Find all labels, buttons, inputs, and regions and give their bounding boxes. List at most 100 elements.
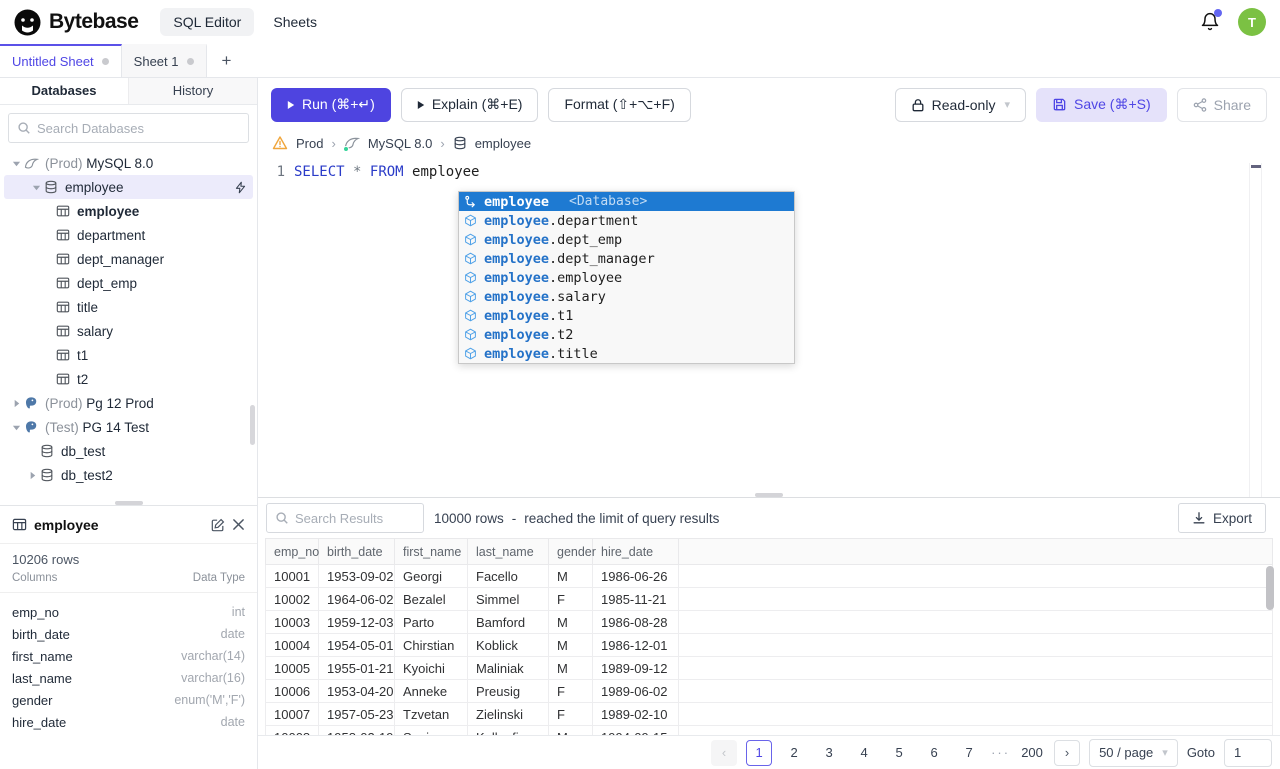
table-cell[interactable]: F — [548, 587, 593, 611]
page-6[interactable]: 6 — [921, 740, 947, 766]
table-cell[interactable]: Bamford — [467, 610, 549, 634]
page-ellipsis[interactable]: ··· — [991, 745, 1010, 760]
page-5[interactable]: 5 — [886, 740, 912, 766]
tree-item-dept-manager[interactable]: dept_manager — [0, 247, 257, 271]
format-button[interactable]: Format (⇧+⌥+F) — [548, 87, 691, 122]
table-cell[interactable]: 10006 — [265, 679, 319, 703]
page-200[interactable]: 200 — [1019, 740, 1045, 766]
table-cell[interactable]: 1955-01-21 — [318, 656, 395, 680]
table-cell[interactable]: 1953-04-20 — [318, 679, 395, 703]
table-cell[interactable]: M — [548, 656, 593, 680]
table-cell[interactable]: M — [548, 610, 593, 634]
table-cell[interactable]: 10004 — [265, 633, 319, 657]
goto-page-input[interactable] — [1224, 738, 1272, 767]
table-cell[interactable]: 1989-06-02 — [592, 679, 679, 703]
table-cell[interactable]: F — [548, 679, 593, 703]
page-2[interactable]: 2 — [781, 740, 807, 766]
tab-sheet-1[interactable]: Sheet 1 — [121, 44, 207, 77]
readonly-mode-button[interactable]: Read-only ▾ — [894, 87, 1026, 122]
caret-down-icon[interactable] — [28, 183, 44, 192]
caret-down-icon[interactable] — [8, 159, 24, 168]
sql-editor[interactable]: 1 SELECT * FROM employee employee <Databa… — [258, 163, 1280, 505]
breadcrumb-environment[interactable]: Prod — [296, 136, 323, 151]
tab-history[interactable]: History — [128, 78, 257, 104]
table-cell[interactable]: 1953-09-02 — [318, 564, 395, 588]
sidebar-resize-handle[interactable] — [250, 405, 255, 445]
breadcrumb-database[interactable]: employee — [475, 136, 531, 151]
save-button[interactable]: Save (⌘+S) — [1036, 87, 1167, 122]
table-cell[interactable]: 10001 — [265, 564, 319, 588]
run-button[interactable]: Run (⌘+↵) — [271, 87, 391, 122]
page-3[interactable]: 3 — [816, 740, 842, 766]
tree-item-t1[interactable]: t1 — [0, 343, 257, 367]
export-button[interactable]: Export — [1177, 503, 1266, 533]
table-cell[interactable]: Zielinski — [467, 702, 549, 726]
suggest-item-employee-salary[interactable]: employee .salary — [459, 287, 794, 306]
tree-item-salary[interactable]: salary — [0, 319, 257, 343]
table-cell[interactable]: Preusig — [467, 679, 549, 703]
table-cell[interactable]: 1954-05-01 — [318, 633, 395, 657]
suggest-item-employee-department[interactable]: employee .department — [459, 211, 794, 230]
suggest-item-employee-dept-emp[interactable]: employee .dept_emp — [459, 230, 794, 249]
table-cell[interactable]: 1985-11-21 — [592, 587, 679, 611]
suggest-item-employee-dept-manager[interactable]: employee .dept_manager — [459, 249, 794, 268]
avatar[interactable]: T — [1238, 8, 1266, 36]
tree-item-pg-12-prod[interactable]: (Prod) Pg 12 Prod — [0, 391, 257, 415]
bytebase-logo[interactable]: Bytebase — [14, 9, 139, 36]
search-databases-input[interactable] — [37, 120, 240, 136]
tree-item-employee[interactable]: employee — [4, 175, 253, 199]
tree-item-title[interactable]: title — [0, 295, 257, 319]
table-cell[interactable]: 10005 — [265, 656, 319, 680]
results-resize-handle[interactable] — [755, 493, 783, 497]
table-cell[interactable]: Facello — [467, 564, 549, 588]
suggest-item-employee-t2[interactable]: employee .t2 — [459, 325, 794, 344]
edit-table-icon[interactable] — [211, 518, 225, 532]
table-cell[interactable]: Georgi — [394, 564, 468, 588]
table-cell[interactable]: F — [548, 702, 593, 726]
tree-item-db-test2[interactable]: db_test2 — [0, 463, 257, 487]
caret-right-icon[interactable] — [8, 399, 24, 408]
notification-bell-icon[interactable] — [1200, 9, 1222, 32]
table-cell[interactable]: Maliniak — [467, 656, 549, 680]
suggest-item-employee[interactable]: employee <Database> — [459, 192, 794, 211]
add-sheet-button[interactable]: + — [207, 44, 247, 77]
next-page-button[interactable]: › — [1054, 739, 1081, 766]
table-cell[interactable]: 1989-02-10 — [592, 702, 679, 726]
editor-scrollbar[interactable] — [1249, 163, 1262, 497]
nav-sql-editor[interactable]: SQL Editor — [160, 8, 255, 36]
table-cell[interactable]: Anneke — [394, 679, 468, 703]
table-cell[interactable]: Chirstian — [394, 633, 468, 657]
table-cell[interactable]: M — [548, 633, 593, 657]
table-cell[interactable]: 1964-06-02 — [318, 587, 395, 611]
panel-resize-handle[interactable] — [114, 501, 143, 505]
prev-page-button[interactable]: ‹ — [711, 739, 738, 766]
tree-item-department[interactable]: department — [0, 223, 257, 247]
tree-item-employee[interactable]: employee — [0, 199, 257, 223]
table-cell[interactable]: 1957-05-23 — [318, 702, 395, 726]
tab-close-dot[interactable] — [186, 58, 194, 65]
table-cell[interactable]: Parto — [394, 610, 468, 634]
table-cell[interactable]: 10007 — [265, 702, 319, 726]
caret-down-icon[interactable] — [8, 423, 24, 432]
table-cell[interactable]: 1959-12-03 — [318, 610, 395, 634]
tree-item-db-test[interactable]: db_test — [0, 439, 257, 463]
table-cell[interactable]: 10002 — [265, 587, 319, 611]
page-4[interactable]: 4 — [851, 740, 877, 766]
tab-close-dot[interactable] — [101, 58, 109, 65]
tree-item-dept-emp[interactable]: dept_emp — [0, 271, 257, 295]
caret-right-icon[interactable] — [24, 471, 40, 480]
table-cell[interactable]: Kyoichi — [394, 656, 468, 680]
connect-bolt-icon[interactable] — [234, 181, 247, 194]
table-cell[interactable]: 1986-08-28 — [592, 610, 679, 634]
results-search[interactable] — [266, 503, 424, 533]
page-size-select[interactable]: 50 / page ▾ — [1089, 738, 1178, 767]
share-button[interactable]: Share — [1176, 87, 1267, 122]
table-cell[interactable]: Bezalel — [394, 587, 468, 611]
tree-item-t2[interactable]: t2 — [0, 367, 257, 391]
explain-button[interactable]: Explain (⌘+E) — [400, 87, 539, 122]
tab-databases[interactable]: Databases — [0, 78, 128, 104]
table-cell[interactable]: Simmel — [467, 587, 549, 611]
nav-sheets[interactable]: Sheets — [260, 8, 330, 36]
search-results-input[interactable] — [295, 510, 415, 526]
table-cell[interactable]: Tzvetan — [394, 702, 468, 726]
